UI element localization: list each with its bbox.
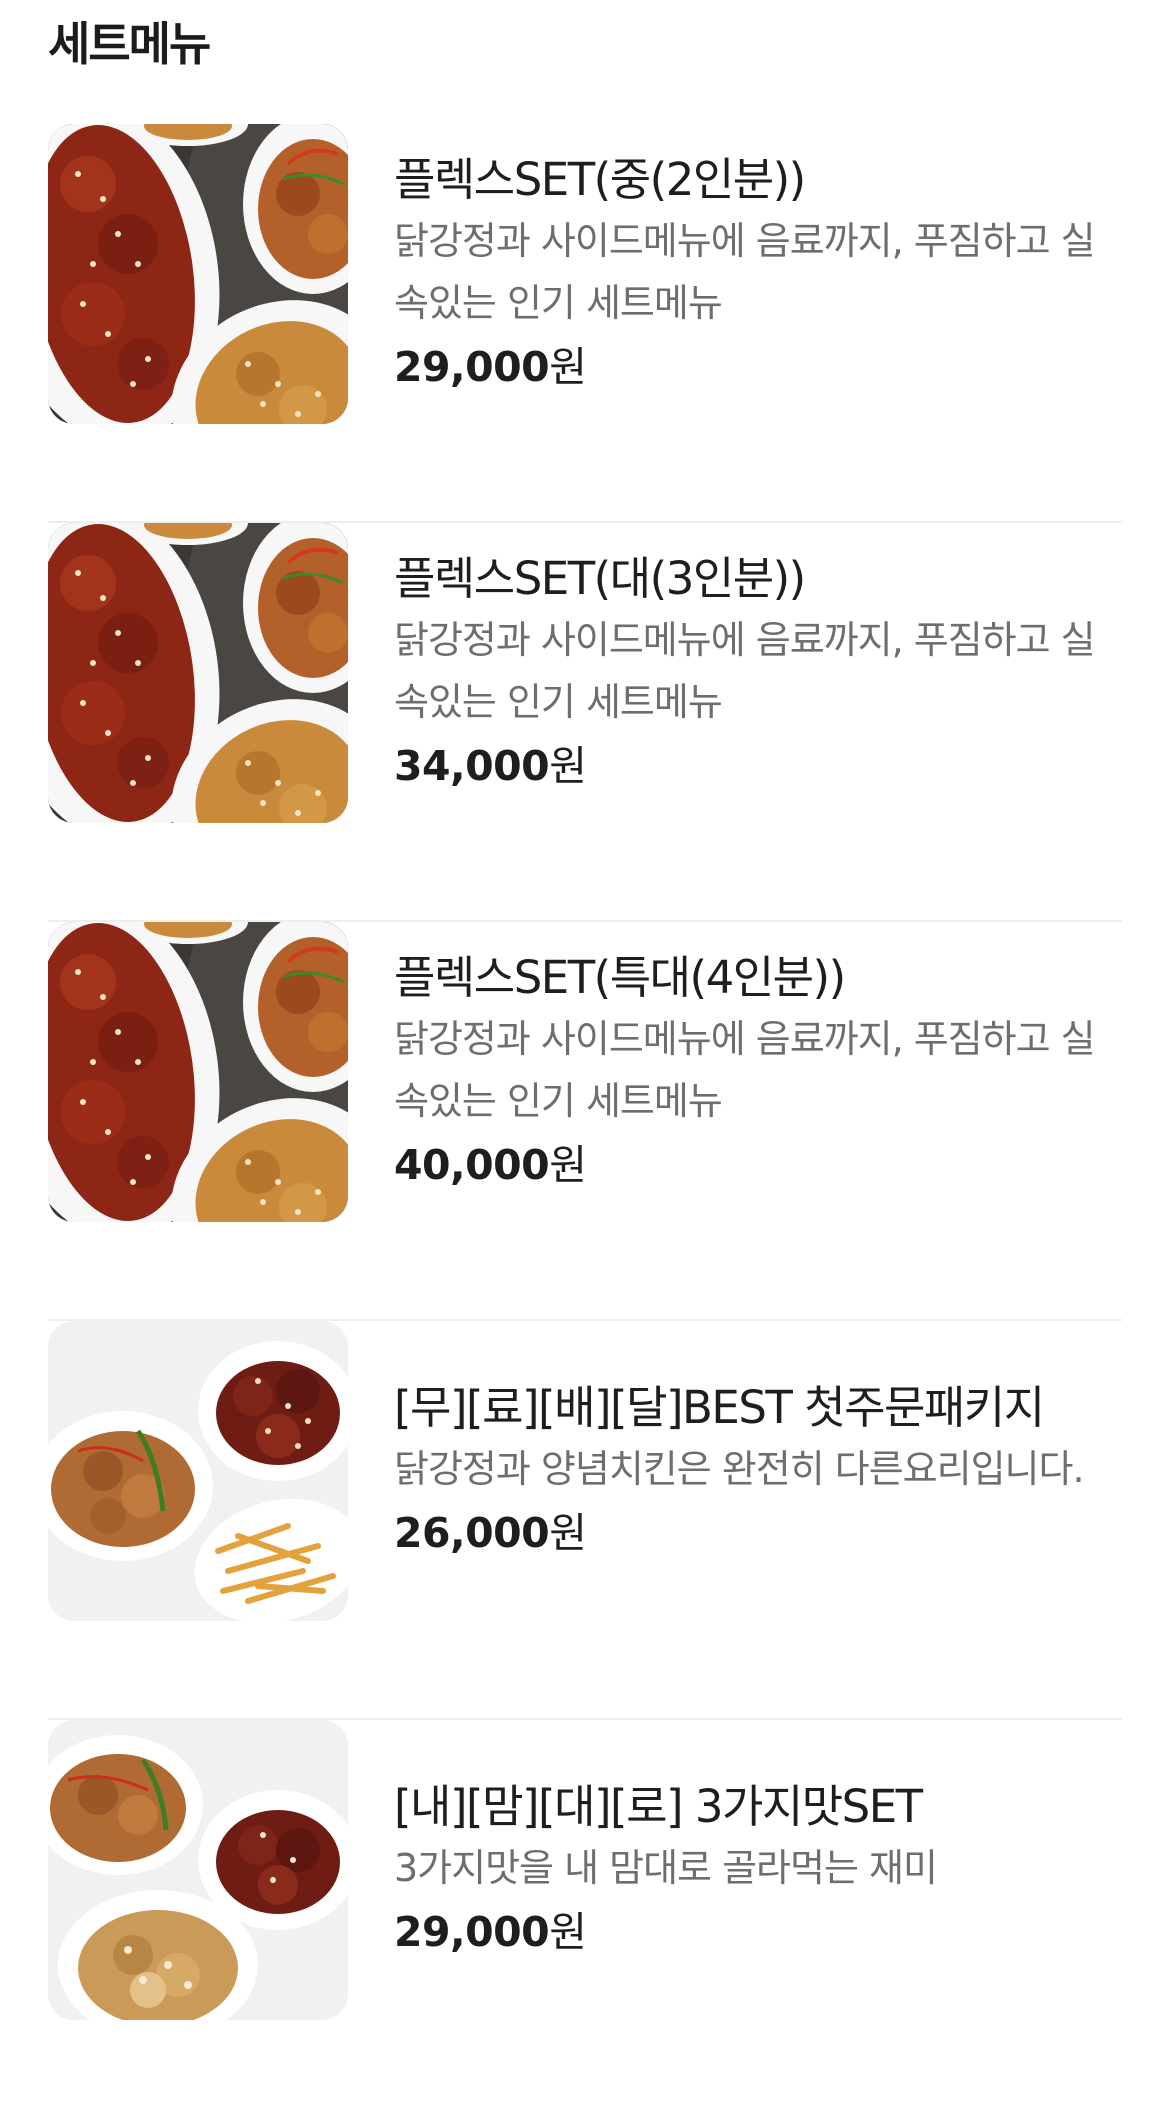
menu-item-name: [내][맘][대][로] 3가지맛SET: [394, 1780, 923, 1833]
menu-item-image: [48, 523, 348, 823]
menu-item-description: 닭강정과 사이드메뉴에 음료까지, 푸짐하고 실속있는 인기 세트메뉴: [394, 219, 1096, 325]
menu-item-price: 26,000원: [394, 1502, 1122, 1564]
menu-item[interactable]: [내][맘][대][로] 3가지맛SET 3가지맛을 내 맘대로 골라먹는 재미…: [0, 1720, 1170, 2119]
menu-item-info: 플렉스SET(대(3인분)) 닭강정과 사이드메뉴에 음료까지, 푸짐하고 실속…: [394, 523, 1122, 823]
price-unit: 원: [549, 1141, 587, 1189]
chicken-and-fries-icon: [48, 1321, 348, 1621]
menu-item-price: 34,000원: [394, 735, 1122, 797]
price-unit: 원: [549, 1908, 587, 1956]
menu-item-info: [내][맘][대][로] 3가지맛SET 3가지맛을 내 맘대로 골라먹는 재미…: [394, 1720, 1122, 2020]
menu-item-image: [48, 1321, 348, 1621]
menu-item-price: 29,000원: [394, 336, 1122, 398]
menu-item-name: 플렉스SET(특대(4인분)): [394, 951, 846, 1004]
menu-item[interactable]: [무][료][배][달]BEST 첫주문패키지 닭강정과 양념치킨은 완전히 다…: [0, 1321, 1170, 1720]
menu-item-info: 플렉스SET(특대(4인분)) 닭강정과 사이드메뉴에 음료까지, 푸짐하고 실…: [394, 922, 1122, 1222]
menu-item-info: [무][료][배][달]BEST 첫주문패키지 닭강정과 양념치킨은 완전히 다…: [394, 1321, 1122, 1621]
menu-item-image: [48, 124, 348, 424]
menu-item-image: [48, 1720, 348, 2020]
menu-item-image: [48, 922, 348, 1222]
menu-item-price: 40,000원: [394, 1134, 1122, 1196]
price-unit: 원: [549, 742, 587, 790]
menu-item-price: 29,000원: [394, 1901, 1122, 1963]
menu-item-name: [무][료][배][달]BEST 첫주문패키지: [394, 1381, 1045, 1434]
menu-item-description: 3가지맛을 내 맘대로 골라먹는 재미: [394, 1846, 938, 1890]
menu-item-name: 플렉스SET(중(2인분)): [394, 153, 806, 206]
menu-item-description: 닭강정과 사이드메뉴에 음료까지, 푸짐하고 실속있는 인기 세트메뉴: [394, 1017, 1096, 1123]
price-value: 34,000: [394, 742, 550, 790]
price-unit: 원: [549, 1509, 587, 1557]
menu-item-description: 닭강정과 양념치킨은 완전히 다른요리입니다.: [394, 1447, 1085, 1491]
menu-item-name: 플렉스SET(대(3인분)): [394, 552, 806, 605]
section-title: 세트메뉴: [48, 17, 211, 71]
price-value: 26,000: [394, 1509, 550, 1557]
price-unit: 원: [549, 343, 587, 391]
price-value: 29,000: [394, 1908, 550, 1956]
sweet-chicken-platter-icon: [48, 124, 348, 424]
menu-item[interactable]: 플렉스SET(특대(4인분)) 닭강정과 사이드메뉴에 음료까지, 푸짐하고 실…: [0, 922, 1170, 1321]
sweet-chicken-platter-icon: [48, 523, 348, 823]
sweet-chicken-platter-icon: [48, 922, 348, 1222]
menu-item[interactable]: 플렉스SET(중(2인분)) 닭강정과 사이드메뉴에 음료까지, 푸짐하고 실속…: [0, 124, 1170, 523]
menu-item-description: 닭강정과 사이드메뉴에 음료까지, 푸짐하고 실속있는 인기 세트메뉴: [394, 618, 1096, 724]
menu-list: 플렉스SET(중(2인분)) 닭강정과 사이드메뉴에 음료까지, 푸짐하고 실속…: [0, 124, 1170, 2119]
price-value: 29,000: [394, 343, 550, 391]
menu-item-info: 플렉스SET(중(2인분)) 닭강정과 사이드메뉴에 음료까지, 푸짐하고 실속…: [394, 124, 1122, 424]
menu-item[interactable]: 플렉스SET(대(3인분)) 닭강정과 사이드메뉴에 음료까지, 푸짐하고 실속…: [0, 523, 1170, 922]
three-flavor-chicken-icon: [48, 1720, 348, 2020]
price-value: 40,000: [394, 1141, 550, 1189]
